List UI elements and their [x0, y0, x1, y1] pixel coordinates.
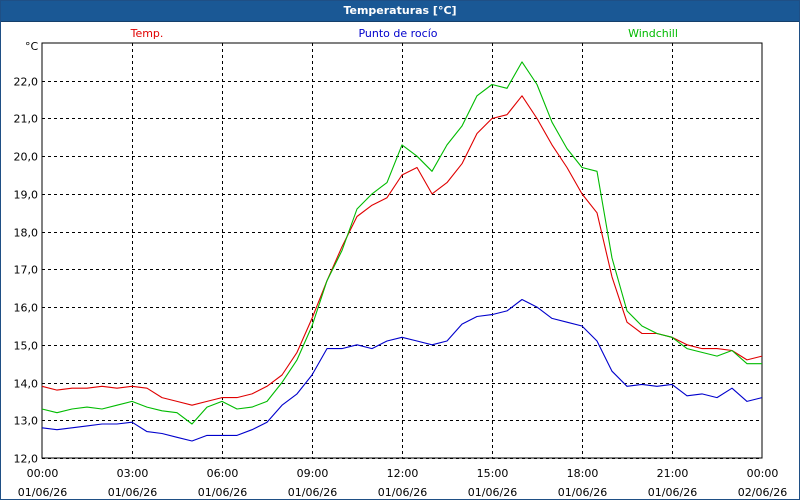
x-tick-date: 01/06/26 — [108, 486, 157, 499]
legend: Temp. Punto de rocío Windchill — [130, 27, 678, 40]
x-tick-time: 21:00 — [657, 467, 689, 480]
x-tick-time: 06:00 — [207, 467, 239, 480]
legend-entry: Punto de rocío — [358, 27, 437, 40]
x-tick-date: 02/06/26 — [738, 486, 787, 499]
y-tick-label: 17,0 — [14, 264, 39, 277]
grid — [41, 42, 763, 459]
x-tick-time: 18:00 — [567, 467, 599, 480]
y-tick-label: 14,0 — [14, 378, 39, 391]
x-tick-date: 01/06/26 — [468, 486, 517, 499]
y-tick-label: 21,0 — [14, 113, 39, 126]
x-tick-date: 01/06/26 — [18, 486, 67, 499]
legend-entry: Temp. — [130, 27, 164, 40]
x-tick-time: 12:00 — [387, 467, 419, 480]
y-tick-label: 13,0 — [14, 415, 39, 428]
x-tick-date: 01/06/26 — [198, 486, 247, 499]
x-tick-time: 00:00 — [27, 467, 59, 480]
y-tick-label: 18,0 — [14, 227, 39, 240]
temperature-chart: 12,0 13,0 14,0 15,0 16,0 17,0 18,0 19,0 20,0 21,0… — [14, 27, 788, 499]
x-tick-time: 03:00 — [117, 467, 149, 480]
y-unit-label: °C — [25, 40, 39, 53]
y-tick-label: 19,0 — [14, 189, 39, 202]
x-tick-date: 01/06/26 — [558, 486, 607, 499]
legend-entry: Windchill — [628, 27, 678, 40]
y-tick-label: 22,0 — [14, 76, 39, 89]
x-tick-date: 01/06/26 — [288, 486, 337, 499]
x-tick-time: 00:00 — [747, 467, 779, 480]
chart-window: Temperaturas [°C] 12,0 13,0 14,0 15,0 16,0 17… — [0, 0, 800, 500]
y-tick-label: 12,0 — [14, 453, 39, 466]
window-title: Temperaturas [°C] — [1, 1, 799, 22]
y-tick-label: 20,0 — [14, 151, 39, 164]
y-tick-label: 16,0 — [14, 302, 39, 315]
y-tick-label: 15,0 — [14, 340, 39, 353]
x-tick-time: 15:00 — [477, 467, 509, 480]
x-tick-date: 01/06/26 — [648, 486, 697, 499]
x-tick-date: 01/06/26 — [378, 486, 427, 499]
x-tick-time: 09:00 — [297, 467, 329, 480]
